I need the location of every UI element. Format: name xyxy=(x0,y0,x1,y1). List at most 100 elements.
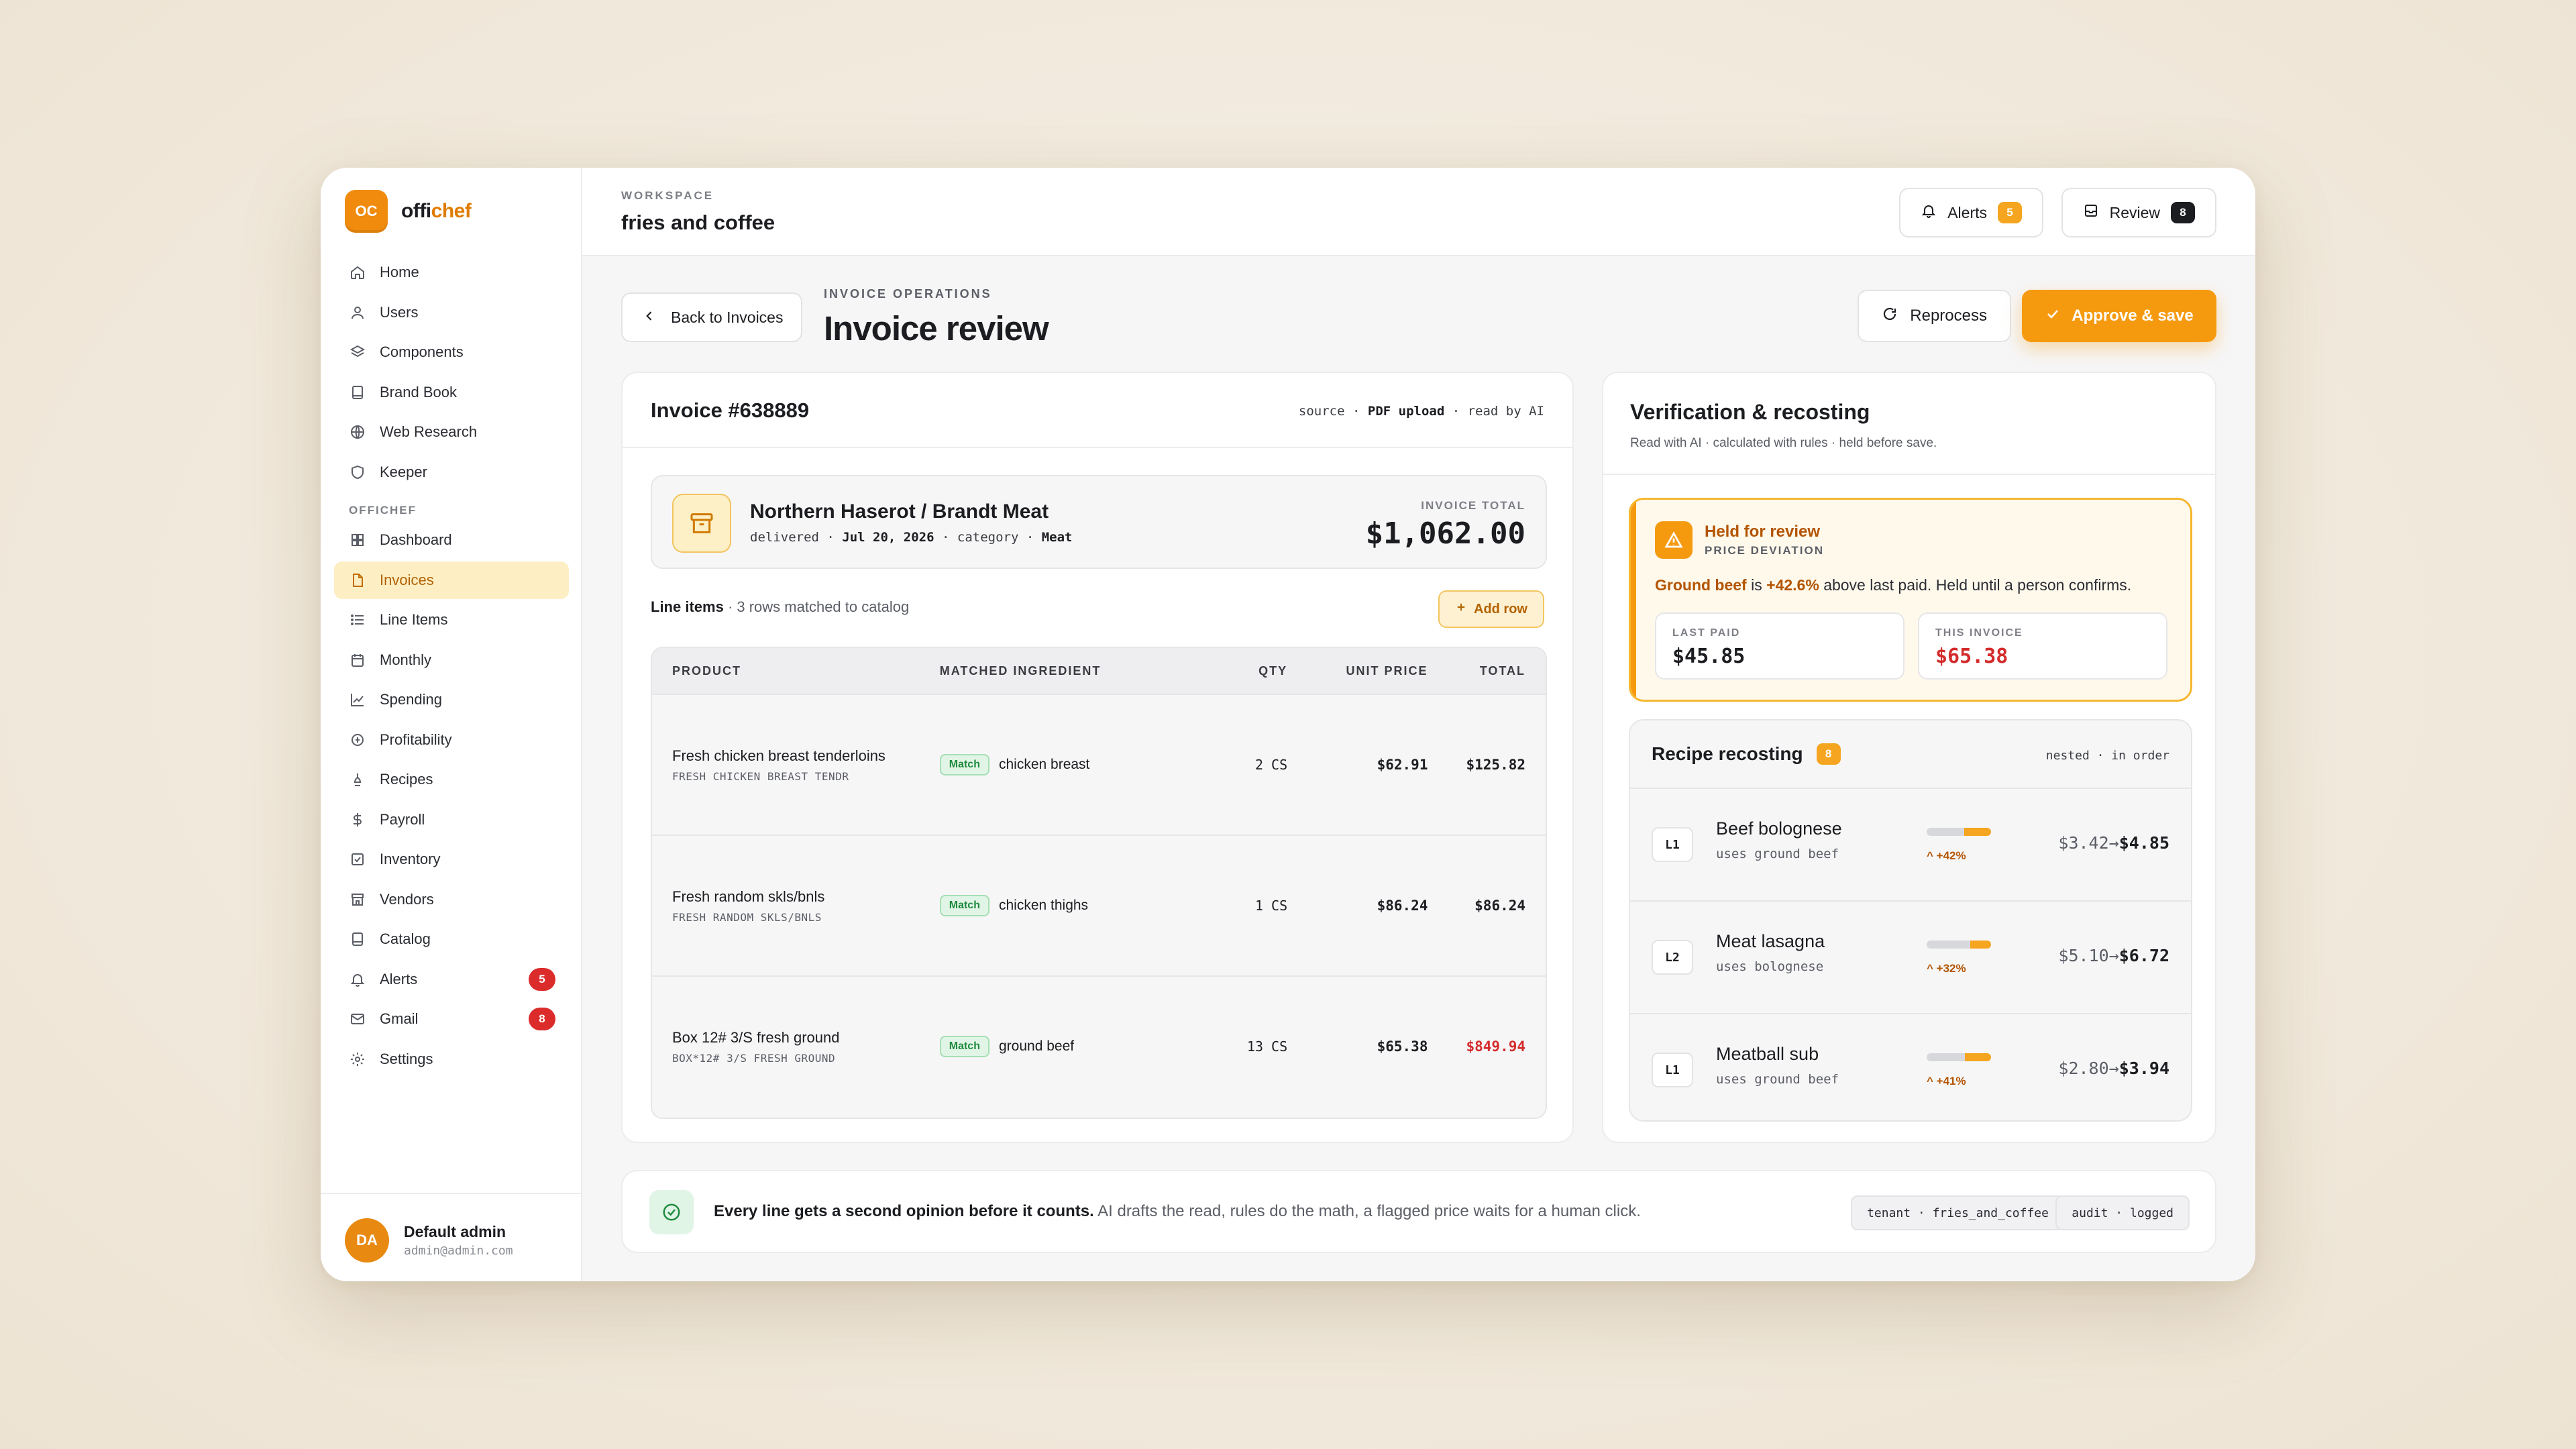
sidebar-item-brand-book[interactable]: Brand Book xyxy=(334,374,569,411)
recipe-uses: uses ground beef xyxy=(1716,847,1839,861)
sidebar-item-recipes[interactable]: Recipes xyxy=(334,761,569,798)
page-title: Invoice review xyxy=(824,309,1049,347)
increase-bar-fill xyxy=(1970,941,1991,949)
workspace-name[interactable]: fries and coffee xyxy=(621,211,775,235)
globe-icon xyxy=(349,423,366,441)
table-row[interactable]: Box 12# 3/S fresh ground BOX*12# 3/S FRE… xyxy=(652,975,1546,1116)
sidebar-item-keeper[interactable]: Keeper xyxy=(334,453,569,491)
row-total: $86.24 xyxy=(1474,898,1526,914)
sidebar-item-components[interactable]: Components xyxy=(334,333,569,371)
matched-ingredient[interactable]: chicken breast xyxy=(999,757,1089,773)
sidebar-item-catalog[interactable]: Catalog xyxy=(334,920,569,958)
matched-ingredient[interactable]: ground beef xyxy=(999,1038,1074,1055)
col-unit-price[interactable]: UNIT PRICE xyxy=(1287,664,1428,678)
recosting-title-row: Recipe recosting 8 xyxy=(1652,743,1841,765)
sidebar-item-label: Monthly xyxy=(380,651,432,668)
increase-bar-fill xyxy=(1964,828,1991,836)
sidebar-item-label: Users xyxy=(380,303,419,321)
avatar: DA xyxy=(345,1218,389,1263)
sidebar-item-label: Recipes xyxy=(380,771,433,788)
sidebar-item-users[interactable]: Users xyxy=(334,294,569,331)
sidebar-item-label: Vendors xyxy=(380,890,434,908)
matched-ingredient[interactable]: chicken thighs xyxy=(999,898,1088,914)
reprocess-button[interactable]: Reprocess xyxy=(1858,290,2011,342)
recosting-count: 8 xyxy=(1816,743,1841,765)
sidebar-item-invoices[interactable]: Invoices xyxy=(334,561,569,599)
sidebar-item-line-items[interactable]: Line Items xyxy=(334,601,569,639)
invoice-total-label: INVOICE TOTAL xyxy=(1421,499,1525,512)
match-badge: Match xyxy=(939,754,989,775)
sidebar-item-profitability[interactable]: Profitability xyxy=(334,721,569,759)
table-row[interactable]: Fresh chicken breast tenderloins FRESH C… xyxy=(652,694,1546,835)
sidebar-item-payroll[interactable]: Payroll xyxy=(334,801,569,839)
held-for-review-panel: Held for review PRICE DEVIATION Ground b… xyxy=(1629,498,2192,702)
old-cost: $5.10 xyxy=(2058,946,2109,965)
add-row-button[interactable]: Add row xyxy=(1438,590,1544,628)
sidebar-item-alerts[interactable]: Alerts 5 xyxy=(334,961,569,998)
recosting-meta: nested · in order xyxy=(2045,749,2169,763)
sidebar-item-settings[interactable]: Settings xyxy=(334,1040,569,1078)
col-product[interactable]: PRODUCT xyxy=(652,664,940,678)
held-kicker: PRICE DEVIATION xyxy=(1705,544,1824,557)
source-label: source xyxy=(1298,404,1345,419)
review-button[interactable]: Review 8 xyxy=(2061,188,2216,237)
col-qty[interactable]: QTY xyxy=(1201,664,1288,678)
new-cost: $6.72 xyxy=(2118,946,2169,965)
shield-icon xyxy=(349,464,366,481)
table-header: PRODUCT MATCHED INGREDIENT QTY UNIT PRIC… xyxy=(652,648,1546,694)
main-content: WORKSPACE fries and coffee Alerts 5 Revi… xyxy=(582,168,2255,1281)
calendar-icon xyxy=(349,651,366,669)
sidebar-item-label: Profitability xyxy=(380,731,452,748)
sidebar-item-label: Web Research xyxy=(380,423,478,440)
table-row[interactable]: Fresh random skls/bnls FRESH RANDOM SKLS… xyxy=(652,835,1546,975)
user-profile[interactable]: DA Default admin admin@admin.com xyxy=(345,1218,513,1263)
refresh-icon xyxy=(1882,306,1898,327)
back-to-invoices-button[interactable]: Back to Invoices xyxy=(621,292,802,342)
recosting-title: Recipe recosting xyxy=(1652,743,1803,764)
sidebar: OC offichef Home Users Components Brand … xyxy=(321,168,582,1281)
alerts-button[interactable]: Alerts 5 xyxy=(1899,188,2043,237)
footer-body: AI drafts the read, rules do the math, a… xyxy=(1097,1202,1641,1220)
mail-icon xyxy=(349,1010,366,1028)
sidebar-item-web-research[interactable]: Web Research xyxy=(334,413,569,451)
invoice-card: Invoice #638889 source · PDF upload · re… xyxy=(621,372,1574,1143)
logo[interactable]: OC offichef xyxy=(345,190,472,233)
box-check-icon xyxy=(349,851,366,868)
sidebar-item-home[interactable]: Home xyxy=(334,254,569,291)
logo-text-part1: offi xyxy=(401,200,431,222)
sidebar-item-inventory[interactable]: Inventory xyxy=(334,841,569,878)
last-paid-value: $45.85 xyxy=(1672,645,1746,668)
book-icon xyxy=(349,384,366,401)
arrow-right-icon: → xyxy=(2108,946,2119,965)
workspace-label: WORKSPACE xyxy=(621,189,714,202)
row-total-flagged: $849.94 xyxy=(1466,1038,1526,1055)
sidebar-item-dashboard[interactable]: Dashboard xyxy=(334,521,569,559)
recipe-level: L2 xyxy=(1652,940,1693,975)
line-items-note: · 3 rows matched to catalog xyxy=(727,598,910,615)
audit-tag: audit · logged xyxy=(2055,1195,2190,1230)
sidebar-item-vendors[interactable]: Vendors xyxy=(334,881,569,918)
sidebar-item-spending[interactable]: Spending xyxy=(334,681,569,718)
read-by: read by AI xyxy=(1467,404,1544,419)
product-name: Fresh random skls/bnls xyxy=(672,888,825,905)
approve-label: Approve & save xyxy=(2072,307,2194,325)
recipe-increase: ^ +32% xyxy=(1927,962,1966,975)
sidebar-item-gmail[interactable]: Gmail 8 xyxy=(334,1000,569,1038)
approve-save-button[interactable]: Approve & save xyxy=(2022,290,2216,342)
vendor-meta: delivered · Jul 20, 2026 · category · Me… xyxy=(750,530,1073,545)
gmail-count-badge: 8 xyxy=(529,1008,555,1030)
col-matched-ingredient[interactable]: MATCHED INGREDIENT xyxy=(940,664,1201,678)
recipe-row[interactable]: L1 Meatball sub uses ground beef ^ +41% … xyxy=(1630,1013,2191,1126)
footer-bold: Every line gets a second opinion before … xyxy=(714,1202,1094,1220)
col-total[interactable]: TOTAL xyxy=(1428,664,1546,678)
recipe-cost-change: $2.80→$3.94 xyxy=(2058,1059,2169,1078)
invoice-source: source · PDF upload · read by AI xyxy=(1298,404,1544,419)
check-icon xyxy=(2045,306,2061,327)
footer-text: Every line gets a second opinion before … xyxy=(714,1202,1641,1221)
recipe-row[interactable]: L2 Meat lasagna uses bolognese ^ +32% $5… xyxy=(1630,900,2191,1013)
sidebar-item-monthly[interactable]: Monthly xyxy=(334,641,569,679)
gear-icon xyxy=(349,1051,366,1068)
recipe-row[interactable]: L1 Beef bolognese uses ground beef ^ +42… xyxy=(1630,788,2191,900)
held-is: is xyxy=(1751,576,1762,594)
increase-bar-fill xyxy=(1964,1053,1991,1061)
